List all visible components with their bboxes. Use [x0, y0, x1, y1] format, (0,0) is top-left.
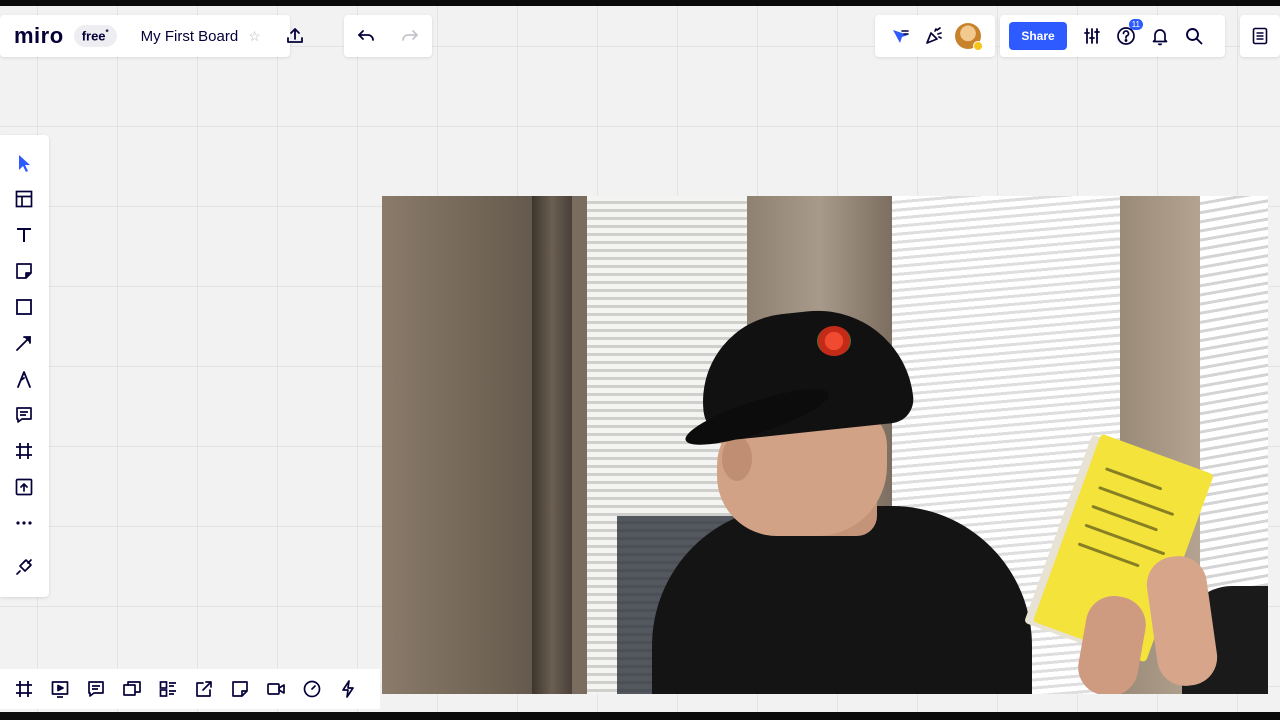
scene-window-frame — [532, 196, 572, 694]
plan-badge-label: free — [81, 28, 106, 44]
sliders-icon[interactable] — [1075, 19, 1109, 53]
cards-icon[interactable] — [150, 672, 186, 706]
video-call-icon[interactable] — [258, 672, 294, 706]
upload-tool-icon[interactable] — [10, 473, 38, 501]
miro-logo[interactable]: miro — [14, 23, 64, 49]
plan-badge[interactable]: free* — [73, 25, 117, 47]
plan-badge-mark: * — [105, 28, 109, 38]
search-icon[interactable] — [1177, 19, 1211, 53]
cap-rose-emblem — [817, 326, 851, 356]
bottom-toolbar — [0, 669, 380, 709]
bell-icon[interactable] — [1143, 19, 1177, 53]
screen-share-icon[interactable] — [114, 672, 150, 706]
templates-icon[interactable] — [10, 185, 38, 213]
frames-icon[interactable] — [6, 672, 42, 706]
activity-icon[interactable] — [330, 672, 366, 706]
presentation-icon[interactable] — [42, 672, 78, 706]
apps-plugin-icon[interactable] — [10, 553, 38, 581]
undo-icon[interactable] — [349, 19, 383, 53]
upload-icon[interactable] — [285, 19, 305, 53]
board-list-panel — [1240, 15, 1280, 57]
video-embed[interactable] — [382, 196, 1268, 694]
board-header: miro free* My First Board ☆ — [0, 15, 303, 57]
share-button[interactable]: Share — [1009, 22, 1067, 50]
frame-icon[interactable] — [10, 437, 38, 465]
timer-icon[interactable] — [294, 672, 330, 706]
more-tools-icon[interactable] — [10, 509, 38, 537]
connection-line-icon[interactable] — [10, 329, 38, 357]
help-button[interactable]: 11 — [1109, 19, 1143, 53]
redo-icon[interactable] — [393, 19, 427, 53]
collaboration-panel — [875, 15, 995, 57]
text-tool-icon[interactable] — [10, 221, 38, 249]
help-badge: 11 — [1128, 19, 1143, 30]
left-toolbar — [0, 135, 49, 597]
comment-icon[interactable] — [10, 401, 38, 429]
person-ear — [722, 436, 752, 481]
select-tool-icon[interactable] — [10, 149, 38, 177]
sticky-note-icon[interactable] — [10, 257, 38, 285]
screen-bottom-border — [0, 712, 1280, 720]
sticky-icon[interactable] — [222, 672, 258, 706]
share-link-icon[interactable] — [186, 672, 222, 706]
pen-icon[interactable] — [10, 365, 38, 393]
comments-icon[interactable] — [78, 672, 114, 706]
board-title[interactable]: My First Board — [141, 28, 239, 45]
video-scene — [382, 196, 1268, 694]
screen-top-border — [0, 0, 1280, 6]
top-actions-panel: Share 11 — [1000, 15, 1225, 57]
history-panel — [344, 15, 432, 57]
star-icon[interactable]: ☆ — [248, 28, 261, 45]
avatar[interactable] — [955, 23, 983, 51]
cursor-tracking-icon[interactable] — [883, 19, 917, 53]
list-icon[interactable] — [1243, 19, 1277, 53]
celebrate-icon[interactable] — [917, 19, 951, 53]
shape-tool-icon[interactable] — [10, 293, 38, 321]
